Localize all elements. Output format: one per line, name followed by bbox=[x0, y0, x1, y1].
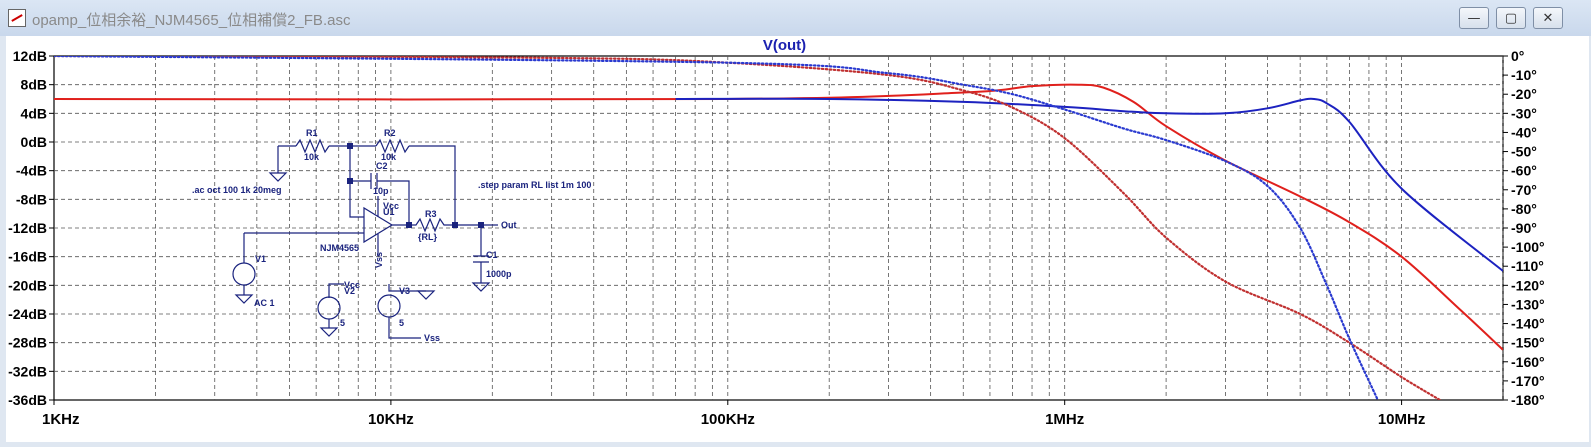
left-axis-tick-label: -8dB bbox=[16, 191, 47, 207]
schematic-label-vss: Vss bbox=[374, 252, 384, 268]
right-axis-tick-label: -170° bbox=[1511, 373, 1545, 389]
trace-magnitude-2 bbox=[675, 97, 1503, 272]
schematic-label-v1: V1 bbox=[255, 254, 266, 264]
schematic-label-v2-value: 5 bbox=[340, 318, 345, 328]
axis-labels: 12dB 8dB 4dB 0dB -4dB -8dB -12dB -16dB -20dB -24d… bbox=[8, 37, 1545, 428]
right-axis-tick-label: -60° bbox=[1511, 163, 1537, 179]
right-axis-tick-label: -10° bbox=[1511, 67, 1537, 83]
right-axis-tick-label: 0° bbox=[1511, 48, 1524, 64]
right-axis-tick-label: -130° bbox=[1511, 296, 1545, 312]
right-axis-tick-label: -180° bbox=[1511, 392, 1545, 408]
right-axis-tick-label: -140° bbox=[1511, 316, 1545, 332]
chart-title: V(out) bbox=[763, 37, 806, 54]
right-axis-tick-label: -50° bbox=[1511, 144, 1537, 160]
window-title: opamp_位相余裕_NJM4565_位相補償2_FB.asc bbox=[32, 12, 351, 29]
left-axis-tick-label: -36dB bbox=[8, 392, 47, 408]
right-axis-tick-label: -110° bbox=[1511, 258, 1544, 274]
left-axis-tick-label: -28dB bbox=[8, 335, 47, 351]
schematic-label-opamp-model: NJM4565 bbox=[320, 243, 359, 253]
right-axis-tick-label: -70° bbox=[1511, 182, 1537, 198]
schematic-label-vss-net: Vss bbox=[424, 333, 440, 343]
left-axis-tick-label: -12dB bbox=[8, 220, 47, 236]
x-axis-tick-label: 10KHz bbox=[368, 411, 414, 428]
schematic-label-r1-value: 10k bbox=[304, 152, 320, 162]
right-axis-tick-label: -80° bbox=[1511, 201, 1537, 217]
left-axis-tick-label: 12dB bbox=[13, 48, 47, 64]
close-button[interactable]: ✕ bbox=[1533, 7, 1563, 29]
plot-area[interactable]: .ac oct 100 1k 20meg .step param RL list… bbox=[6, 36, 1589, 442]
right-axis-tick-label: -20° bbox=[1511, 86, 1537, 102]
left-axis-tick-label: 4dB bbox=[21, 105, 47, 121]
right-axis-tick-label: -40° bbox=[1511, 124, 1537, 140]
schematic-label-r3-value: {RL} bbox=[418, 232, 437, 242]
trace-magnitude-1 bbox=[54, 83, 1503, 351]
schematic-label-c1-value: 1000p bbox=[486, 269, 512, 279]
bode-plot[interactable]: .ac oct 100 1k 20meg .step param RL list… bbox=[6, 36, 1589, 442]
left-axis-tick-label: 0dB bbox=[21, 134, 47, 150]
x-axis-tick-label: 10MHz bbox=[1378, 411, 1426, 428]
schematic-label-c1: C1 bbox=[486, 250, 498, 260]
left-axis-tick-label: -16dB bbox=[8, 249, 47, 265]
schematic-directive-step: .step param RL list 1m 100 bbox=[478, 180, 591, 190]
schematic-overlay: .ac oct 100 1k 20meg .step param RL list… bbox=[192, 128, 591, 343]
schematic-label-out: Out bbox=[501, 220, 517, 230]
schematic-label-v3: V3 bbox=[399, 286, 410, 296]
right-axis-tick-label: -150° bbox=[1511, 335, 1545, 351]
grid bbox=[49, 55, 1508, 405]
schematic-label-c2: C2 bbox=[376, 161, 388, 171]
schematic-label-u1: U1 bbox=[383, 207, 395, 217]
right-axis-tick-label: -120° bbox=[1511, 277, 1545, 293]
ltspice-app-icon bbox=[8, 9, 26, 27]
left-axis-tick-label: -32dB bbox=[8, 363, 47, 379]
schematic-label-v2: V2 bbox=[344, 286, 355, 296]
x-axis-tick-label: 100KHz bbox=[701, 411, 755, 428]
left-axis-tick-label: -24dB bbox=[8, 306, 47, 322]
left-axis-tick-label: -4dB bbox=[16, 163, 47, 179]
schematic-label-r2: R2 bbox=[384, 128, 396, 138]
title-bar: opamp_位相余裕_NJM4565_位相補償2_FB.asc — ▢ ✕ bbox=[0, 0, 1591, 36]
left-axis-tick-label: -20dB bbox=[8, 277, 47, 293]
minimize-button[interactable]: — bbox=[1459, 7, 1489, 29]
schematic-label-c2-value: 10p bbox=[373, 186, 389, 196]
schematic-label-ac: AC 1 bbox=[254, 298, 275, 308]
schematic-label-v3-value: 5 bbox=[399, 318, 404, 328]
right-axis-tick-label: -100° bbox=[1511, 239, 1545, 255]
schematic-directive-ac: .ac oct 100 1k 20meg bbox=[192, 185, 282, 195]
x-axis-tick-label: 1MHz bbox=[1045, 411, 1084, 428]
schematic-label-r3: R3 bbox=[425, 209, 437, 219]
right-axis-tick-label: -30° bbox=[1511, 105, 1537, 121]
maximize-button[interactable]: ▢ bbox=[1496, 7, 1526, 29]
right-axis-tick-label: -160° bbox=[1511, 354, 1545, 370]
left-axis-tick-label: 8dB bbox=[21, 77, 47, 93]
schematic-label-r1: R1 bbox=[306, 128, 318, 138]
x-axis-tick-label: 1KHz bbox=[42, 411, 80, 428]
right-axis-tick-label: -90° bbox=[1511, 220, 1537, 236]
